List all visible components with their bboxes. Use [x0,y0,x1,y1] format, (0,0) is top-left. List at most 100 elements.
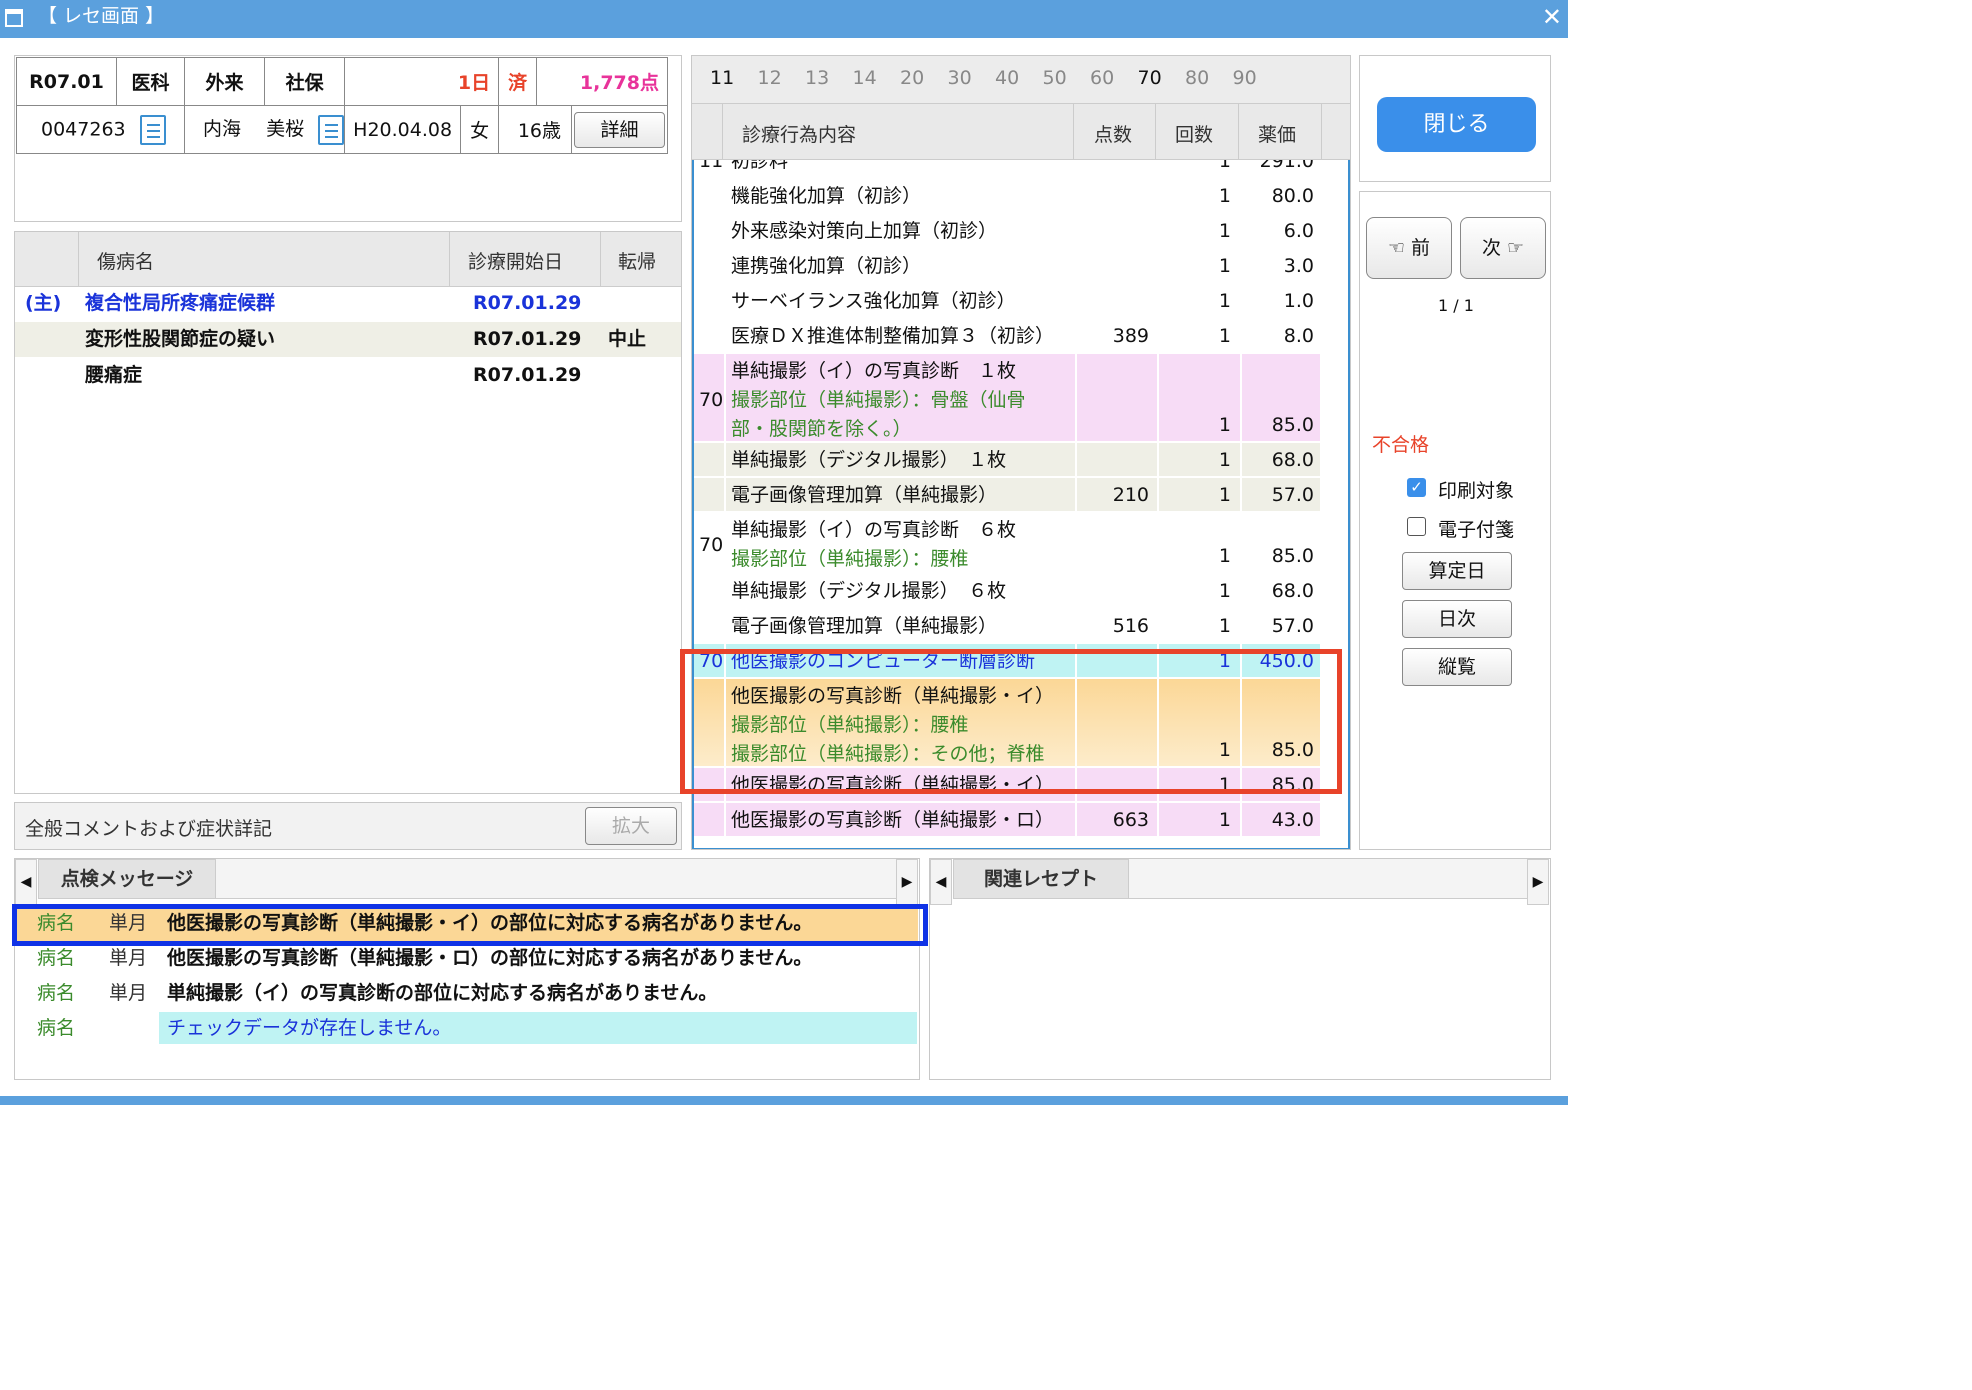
tab-related-receipts[interactable]: 関連レセプト [953,859,1129,899]
message-row[interactable]: 病名 チェックデータが存在しません。 [15,1011,918,1046]
message-text: 単純撮影（イ）の写真診断の部位に対応する病名がありません。 [167,982,718,1004]
calc-date-button[interactable]: 算定日 [1402,552,1512,590]
item-price: 57.0 [1271,615,1314,637]
side-panel: ☜ 前 次 ☞ 1 / 1 不合格 ✓ 印刷対象 電子付箋 算定日 日次 縦覧 [1359,191,1551,850]
tab-check-messages[interactable]: 点検メッセージ [38,859,216,899]
category-tab[interactable]: 50 [1043,67,1067,89]
bottom-bar [0,1096,1568,1105]
item-row[interactable]: 70 単純撮影（イ）の写真診断 ６枚 撮影部位（単純撮影）：腰椎 1 85.0 [694,513,1320,574]
message-term: 単月 [109,982,148,1004]
category-tab[interactable]: 14 [853,67,877,89]
item-price: 68.0 [1271,580,1314,602]
insurance: 社保 [264,57,346,106]
category-tab[interactable]: 20 [900,67,924,89]
detail-button[interactable]: 詳細 [574,111,665,148]
message-row[interactable]: 病名 単月 単純撮影（イ）の写真診断の部位に対応する病名がありません。 [15,976,918,1011]
tab-scroll-left-icon[interactable]: ◀ [15,859,37,905]
close-button[interactable]: 閉じる [1377,97,1536,152]
message-row[interactable]: 病名 単月 他医撮影の写真診断（単純撮影・ロ）の部位に対応する病名がありません。 [15,941,918,976]
vertical-view-button[interactable]: 縦覧 [1402,648,1512,686]
category-tab[interactable]: 11 [710,67,734,89]
item-name: 初診料 [731,160,789,172]
item-row[interactable]: 11 初診料 1 291.0 [694,160,1320,179]
disease-start: R07.01.29 [473,364,582,386]
col-start-date: 診療開始日 [468,251,564,273]
item-row[interactable]: 電子画像管理加算（単純撮影） 516 1 57.0 [694,609,1320,644]
tab-scroll-right-icon[interactable]: ▶ [896,859,918,905]
item-name: 電子画像管理加算（単純撮影） [731,484,998,506]
prev-button[interactable]: ☜ 前 [1366,217,1452,279]
item-detail: 撮影部位（単純撮影）：骨盤（仙骨 [731,388,1026,411]
copy-id-icon[interactable] [135,114,166,151]
col-content: 診療行為内容 [742,124,857,146]
era-month: R07.01 [16,57,117,106]
item-row[interactable]: 連携強化加算（初診） 1 3.0 [694,249,1320,284]
category-tab[interactable]: 90 [1233,67,1257,89]
main-disease-tag: (主) [25,292,62,314]
item-name: 医療ＤＸ推進体制整備加算３（初診） [731,325,1055,347]
category-tab[interactable]: 30 [948,67,972,89]
item-price: 80.0 [1271,185,1314,207]
next-button[interactable]: 次 ☞ [1460,217,1546,279]
item-count: 1 [1218,484,1231,506]
disease-row[interactable]: (主) 複合性局所疼痛症候群 R07.01.29 [15,286,681,321]
copy-name-icon[interactable] [314,114,345,151]
item-row[interactable]: サーベイランス強化加算（初診） 1 1.0 [694,284,1320,319]
col-divider [724,478,726,511]
sex: 女 [460,105,500,154]
category-tab[interactable]: 70 [1138,67,1162,89]
item-count: 1 [1218,615,1231,637]
disease-row[interactable]: 腰痛症 R07.01.29 [15,358,681,393]
item-name: 単純撮影（デジタル撮影） １枚 [731,449,1007,471]
item-row[interactable]: 電子画像管理加算（単純撮影） 210 1 57.0 [694,478,1320,513]
message-kind: 病名 [37,1017,76,1039]
page-indicator: 1 / 1 [1438,296,1474,315]
expand-button[interactable]: 拡大 [585,807,677,845]
print-checkbox[interactable]: ✓ [1407,478,1426,497]
close-window-icon[interactable]: ✕ [1542,4,1562,30]
item-row[interactable]: 外来感染対策向上加算（初診） 1 6.0 [694,214,1320,249]
disease-start: R07.01.29 [473,292,582,314]
col-outcome: 転帰 [618,251,657,273]
daily-button[interactable]: 日次 [1402,600,1512,638]
tag-label: 電子付箋 [1438,519,1515,541]
item-row[interactable]: 単純撮影（デジタル撮影） １枚 1 68.0 [694,443,1320,478]
tab-strip [216,859,896,899]
item-price: 85.0 [1271,414,1314,436]
item-count: 1 [1218,325,1231,347]
category-tab[interactable]: 60 [1090,67,1114,89]
inout: 外来 [183,57,266,106]
item-detail: 部・股関節を除く。） [731,417,912,440]
item-row[interactable]: 70 単純撮影（イ）の写真診断 １枚 撮影部位（単純撮影）：骨盤（仙骨 部・股関節を除… [694,354,1320,443]
patient-first-name: 美桜 [266,118,305,141]
related-panel: ◀ 関連レセプト ▶ [929,858,1551,1080]
item-price: 68.0 [1271,449,1314,471]
category-tab[interactable]: 80 [1185,67,1209,89]
related-scroll-left-icon[interactable]: ◀ [930,859,952,905]
message-term: 単月 [109,947,148,969]
disease-row[interactable]: 変形性股関節症の疑い R07.01.29 中止 [15,322,681,357]
message-text: チェックデータが存在しません。 [159,1012,917,1044]
item-count: 1 [1218,220,1231,242]
tag-checkbox[interactable] [1407,517,1426,536]
print-label: 印刷対象 [1438,480,1515,502]
category-tab[interactable]: 12 [758,67,782,89]
item-row[interactable]: 単純撮影（デジタル撮影） ６枚 1 68.0 [694,574,1320,609]
related-scroll-right-icon[interactable]: ▶ [1527,859,1549,905]
category-tab[interactable]: 13 [805,67,829,89]
category-tab[interactable]: 40 [995,67,1019,89]
patient-info-table: R07.01 医科 外来 社保 1日 済 1,778点 0047263 内海 美… [16,57,668,154]
item-row[interactable]: 医療ＤＸ推進体制整備加算３（初診） 389 1 8.0 [694,319,1320,354]
item-price: 43.0 [1271,809,1314,831]
item-row[interactable]: 他医撮影の写真診断（単純撮影・ロ） 663 1 43.0 [694,803,1320,838]
items-header: 診療行為内容 点数 回数 薬価 [692,104,1350,160]
item-detail: 撮影部位（単純撮影）：腰椎 [731,547,969,570]
col-price: 薬価 [1258,124,1297,146]
item-name: 電子画像管理加算（単純撮影） [731,615,998,637]
col-points: 点数 [1094,124,1133,146]
item-row[interactable]: 機能強化加算（初診） 1 80.0 [694,179,1320,214]
item-price: 1.0 [1283,290,1314,312]
item-points: 516 [1112,615,1149,637]
patient-id-cell: 0047263 [16,105,185,154]
item-price: 85.0 [1271,545,1314,567]
